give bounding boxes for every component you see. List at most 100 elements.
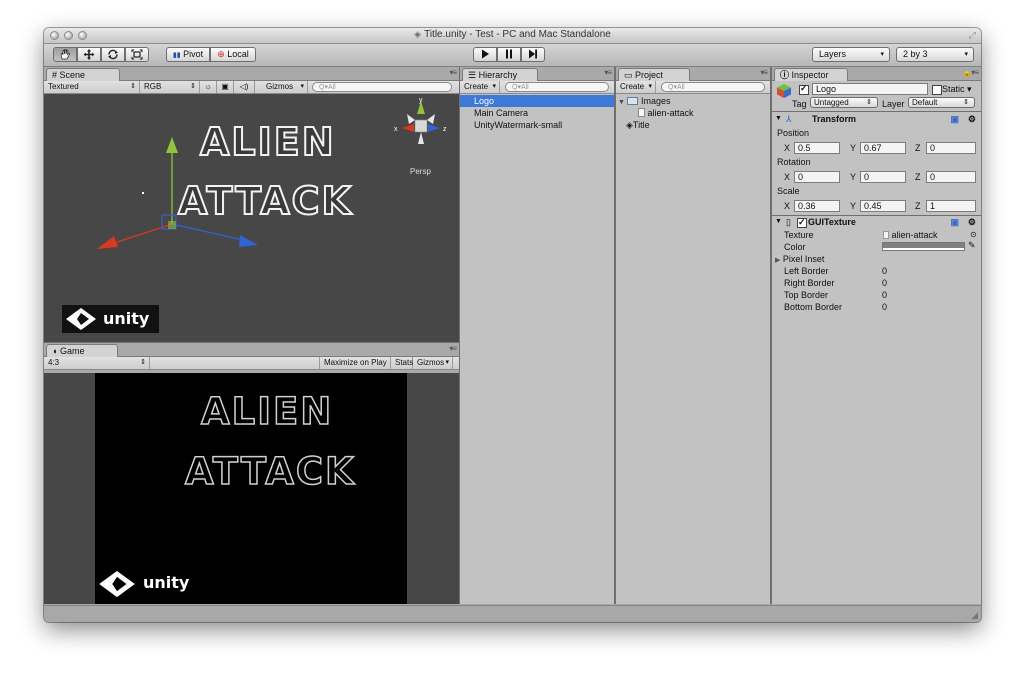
top-border-label: Top Border (784, 290, 829, 300)
disclosure-triangle-icon[interactable]: ▼ (618, 99, 625, 106)
object-picker-icon[interactable]: ⊙ (970, 230, 977, 239)
image-effects-toggle[interactable]: ▣ (217, 81, 234, 93)
tab-scene[interactable]: # Scene (46, 68, 120, 81)
maximize-on-play-toggle[interactable]: Maximize on Play (319, 357, 391, 369)
tab-project[interactable]: ▭ Project (618, 68, 690, 81)
panel-divider[interactable] (614, 67, 616, 604)
game-view[interactable]: ALIEN ATTACK unity (44, 373, 459, 604)
position-z-value: 0 (930, 143, 936, 153)
panel-menu-icon[interactable]: ▾≡ (449, 344, 457, 353)
scale-y-field[interactable]: 0.45 (860, 200, 906, 212)
audio-toggle[interactable]: ◁) (234, 81, 255, 93)
project-search-input[interactable]: Q▾All (661, 82, 765, 92)
play-button[interactable] (473, 47, 497, 62)
orientation-gizmo[interactable]: y x z (392, 98, 450, 150)
position-x-field[interactable]: 0.5 (794, 142, 840, 154)
panel-menu-icon[interactable]: ▾≡ (760, 68, 768, 77)
gear-icon[interactable]: ⚙ (968, 216, 976, 228)
texture-field[interactable]: alien-attack (883, 230, 938, 240)
scale-x-field[interactable]: 0.36 (794, 200, 840, 212)
scene-view[interactable]: ALIEN ATTACK y x z Persp unity (44, 94, 459, 342)
gear-icon[interactable]: ⚙ (968, 113, 976, 125)
scene-search-input[interactable]: Q▾All (312, 82, 452, 92)
lock-menu-icon[interactable]: 🔒▾≡ (962, 68, 979, 77)
local-toggle[interactable]: ⊕ Local (210, 47, 256, 62)
eyedropper-icon[interactable]: ✎ (968, 240, 976, 251)
aspect-dropdown[interactable]: 4:3 ⇕ (44, 357, 150, 369)
rotation-y-value: 0 (864, 172, 870, 182)
layers-dropdown[interactable]: Layers ▾ (812, 47, 890, 62)
disclosure-triangle-icon[interactable]: ▼ (775, 216, 782, 228)
project-item-images-folder[interactable]: ▼ Images (616, 95, 770, 107)
project-toolbar: Create ▾ Q▾All (616, 81, 770, 94)
color-swatch[interactable] (882, 242, 965, 251)
object-name-field[interactable]: Logo (812, 83, 928, 95)
bottom-border-value[interactable]: 0 (882, 302, 887, 312)
resize-grip-icon[interactable]: ◢ (971, 610, 978, 621)
hierarchy-create-dropdown[interactable]: Create ▾ (460, 81, 500, 93)
persp-label[interactable]: Persp (410, 167, 431, 176)
top-border-value[interactable]: 0 (882, 290, 887, 300)
hierarchy-search-input[interactable]: Q▾All (505, 82, 609, 92)
position-y-field[interactable]: 0.67 (860, 142, 906, 154)
gameobject-cube-icon (776, 83, 792, 99)
color-mode-dropdown[interactable]: RGB ⇕ (140, 81, 200, 93)
unity-scene-icon: ◈ (414, 29, 422, 39)
stats-toggle[interactable]: Stats (391, 357, 413, 369)
help-book-icon[interactable]: ▣ (950, 216, 959, 228)
position-y-value: 0.67 (864, 143, 882, 153)
project-item-title-scene[interactable]: ◈Title (616, 119, 770, 131)
scene-gizmos-dropdown[interactable]: Gizmos ▾ (262, 81, 308, 93)
rotation-z-field[interactable]: 0 (926, 171, 976, 183)
transform-handle-gizmo[interactable] (94, 129, 274, 259)
layout-dropdown[interactable]: 2 by 3 ▾ (896, 47, 974, 62)
rotation-y-field[interactable]: 0 (860, 171, 906, 183)
rotate-icon (108, 49, 118, 60)
help-book-icon[interactable]: ▣ (950, 113, 959, 125)
game-gizmos-dropdown[interactable]: Gizmos ▾ (413, 357, 453, 369)
hierarchy-item-logo[interactable]: Logo (460, 95, 614, 107)
panel-divider[interactable] (770, 67, 772, 604)
guitexture-enabled-checkbox[interactable]: ✓ (797, 217, 807, 228)
panel-divider[interactable] (459, 67, 460, 604)
render-mode-dropdown[interactable]: Textured ⇕ (44, 81, 140, 93)
static-checkbox[interactable] (932, 85, 942, 95)
scale-z-field[interactable]: 1 (926, 200, 976, 212)
tab-game[interactable]: ◖ Game (46, 344, 118, 357)
hierarchy-item-main-camera[interactable]: Main Camera (460, 107, 614, 119)
rotation-x-field[interactable]: 0 (794, 171, 840, 183)
rotation-label: Rotation (777, 157, 811, 167)
rotate-tool-button[interactable] (101, 47, 125, 62)
panel-menu-icon[interactable]: ▾≡ (604, 68, 612, 77)
layer-dropdown[interactable]: Default ⇕ (908, 97, 975, 108)
tag-dropdown[interactable]: Untagged ⇕ (810, 97, 878, 108)
position-z-field[interactable]: 0 (926, 142, 976, 154)
hand-tool-button[interactable] (53, 47, 77, 62)
pause-button[interactable] (497, 47, 521, 62)
transform-header[interactable]: ▼ ⅄ Transform ▣ ⚙ (772, 113, 981, 125)
guitexture-header[interactable]: ▼ ▯ ✓ GUITexture ▣ ⚙ (772, 216, 981, 228)
pivot-toggle[interactable]: ▮▮ Pivot (166, 47, 210, 62)
panel-menu-icon[interactable]: ▾≡ (449, 68, 457, 77)
fullscreen-icon[interactable]: ⤢ (969, 30, 976, 41)
panel-divider[interactable] (44, 342, 459, 343)
unity-logo-icon (99, 570, 135, 598)
tab-hierarchy[interactable]: ☰ Hierarchy (462, 68, 538, 81)
game-title-line1: ALIEN (200, 390, 334, 433)
disclosure-triangle-icon[interactable]: ▼ (775, 113, 782, 125)
hierarchy-item-watermark[interactable]: UnityWatermark-small (460, 119, 614, 131)
unity-editor-window: ◈ Title.unity - Test - PC and Mac Standal… (44, 28, 981, 622)
scale-tool-button[interactable] (125, 47, 149, 62)
hand-icon (60, 49, 70, 60)
pixel-inset-foldout[interactable]: ▶ Pixel Inset (775, 254, 824, 264)
active-checkbox[interactable]: ✓ (799, 83, 809, 95)
step-button[interactable] (521, 47, 545, 62)
lighting-toggle[interactable]: ☼ (200, 81, 217, 93)
left-border-value[interactable]: 0 (882, 266, 887, 276)
tab-inspector[interactable]: ⓘ Inspector (774, 68, 848, 81)
project-panel: ▭ Project ▾≡ Create ▾ Q▾All ▼ Images alie… (616, 67, 770, 604)
project-item-alien-attack[interactable]: alien-attack (616, 107, 770, 119)
right-border-value[interactable]: 0 (882, 278, 887, 288)
move-tool-button[interactable] (77, 47, 101, 62)
project-create-dropdown[interactable]: Create ▾ (616, 81, 656, 93)
